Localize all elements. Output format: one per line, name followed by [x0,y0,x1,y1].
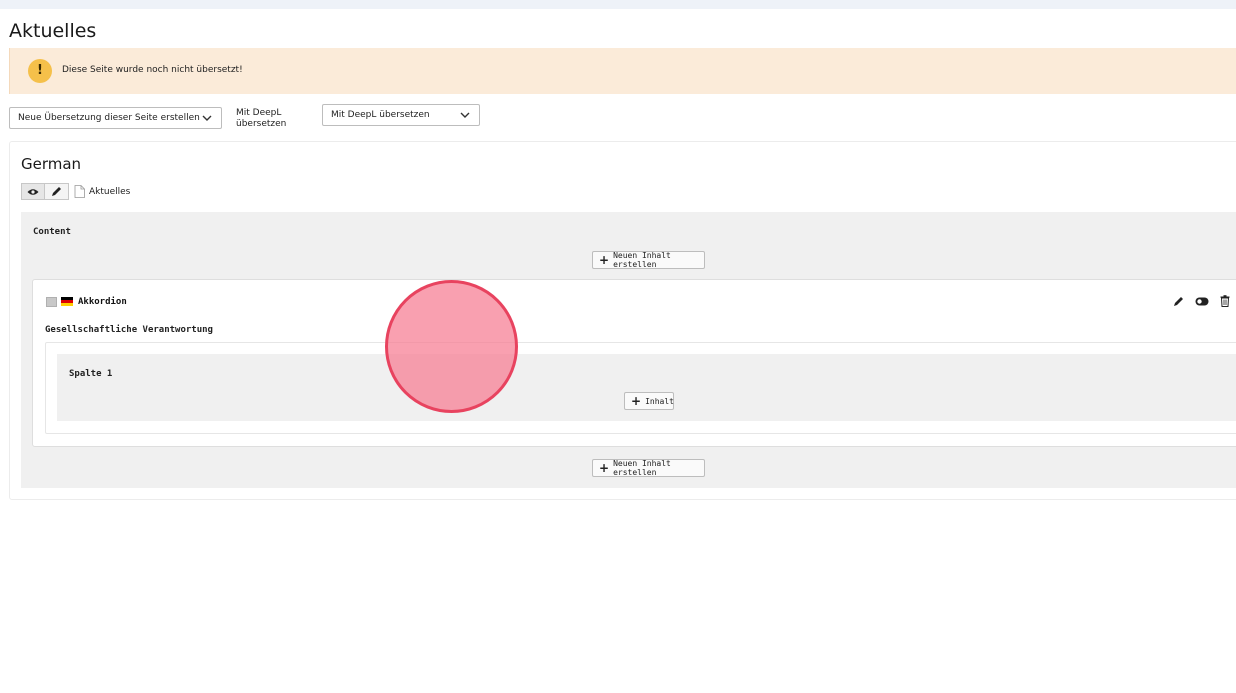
eye-icon [27,188,39,195]
page-name-link[interactable]: Aktuelles [89,187,130,197]
deepl-select-value: Mit DeepL übersetzen [331,110,430,120]
element-title: Akkordion [78,297,127,307]
drag-handle-icon[interactable] [46,297,57,307]
column-label: Spalte 1 [69,369,113,379]
chevron-down-icon [460,112,470,118]
new-content-button-bottom[interactable]: + Neuen Inhalt erstellen [592,459,705,477]
plus-icon: + [599,253,610,267]
deepl-translate-select[interactable]: Mit DeepL übersetzen [322,104,480,126]
plus-icon: + [599,461,610,475]
new-translation-select-value: Neue Übersetzung dieser Seite erstellen [18,113,200,123]
view-edit-button-group [21,183,69,200]
element-actions [1173,295,1230,307]
exclamation-icon: ! [28,59,52,83]
page-file-icon [74,185,85,198]
language-title: German [21,155,82,173]
top-strip [0,0,1236,9]
toggle-icon[interactable] [1195,297,1209,306]
new-content-button-top[interactable]: + Neuen Inhalt erstellen [592,251,705,269]
pencil-icon[interactable] [1173,296,1184,307]
new-content-button-label: Neuen Inhalt erstellen [613,251,671,269]
new-translation-select[interactable]: Neue Übersetzung dieser Seite erstellen [9,107,222,129]
page-title: Aktuelles [9,20,97,42]
trash-icon[interactable] [1220,295,1230,307]
cursor-highlight [385,280,518,413]
add-column-content-label: Inhalt [645,396,674,406]
translation-notice: ! Diese Seite wurde noch nicht übersetzt… [9,48,1236,94]
new-content-button-bottom-label: Neuen Inhalt erstellen [613,459,671,477]
chevron-down-icon [202,115,212,121]
view-button[interactable] [21,183,45,200]
content-label: Content [33,227,71,237]
deepl-label: Mit DeepL übersetzen [236,108,287,129]
column-area [57,354,1236,421]
plus-icon: + [631,394,642,408]
element-subtitle: Gesellschaftliche Verantwortung [45,325,213,335]
edit-button[interactable] [45,183,69,200]
german-flag-icon [61,297,73,306]
notice-text: Diese Seite wurde noch nicht übersetzt! [62,65,243,75]
add-column-content-button[interactable]: + Inhalt [624,392,674,410]
pencil-icon [52,187,61,196]
